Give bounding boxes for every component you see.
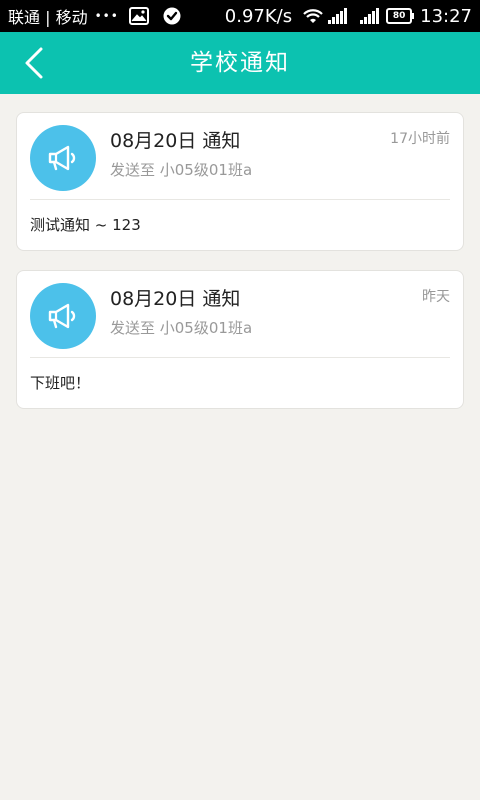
app-header: 学校通知 [0,32,480,94]
divider [30,199,450,200]
wifi-icon [302,7,324,25]
notice-time: 昨天 [422,289,450,305]
notice-title: 08月20日 通知 [110,288,241,310]
image-icon [128,7,149,25]
notice-recipient: 发送至 小05级01班a [110,161,253,179]
check-circle-icon [163,7,181,25]
page-title: 学校通知 [190,50,290,76]
notice-body: 测试通知 ~ 123 [30,216,141,234]
notice-title: 08月20日 通知 [110,130,241,152]
status-right: 0.97K/s 80 13:27 [225,0,472,32]
megaphone-icon [30,283,96,349]
notice-list: 08月20日 通知 17小时前 发送至 小05级01班a 测试通知 ~ 123 … [16,112,464,428]
notice-recipient: 发送至 小05级01班a [110,319,253,337]
notice-time: 17小时前 [390,131,450,147]
net-speed: 0.97K/s [224,5,293,27]
divider [30,357,450,358]
status-left: 联通 | 移动 ••• [8,0,181,32]
battery-icon: 80 [386,8,415,24]
carrier-label: 联通 | 移动 [8,8,88,27]
notification-dots: ••• [94,9,119,23]
megaphone-icon [30,125,96,191]
signal-icon [328,8,348,24]
status-bar: 联通 | 移动 ••• 0.97K/s 80 13:27 [0,0,480,32]
clock: 13:27 [420,5,472,27]
notice-body: 下班吧！ [30,374,91,392]
notice-card[interactable]: 08月20日 通知 17小时前 发送至 小05级01班a 测试通知 ~ 123 [16,112,464,251]
notice-card[interactable]: 08月20日 通知 昨天 发送至 小05级01班a 下班吧！ [16,270,464,409]
signal-icon [360,8,380,24]
